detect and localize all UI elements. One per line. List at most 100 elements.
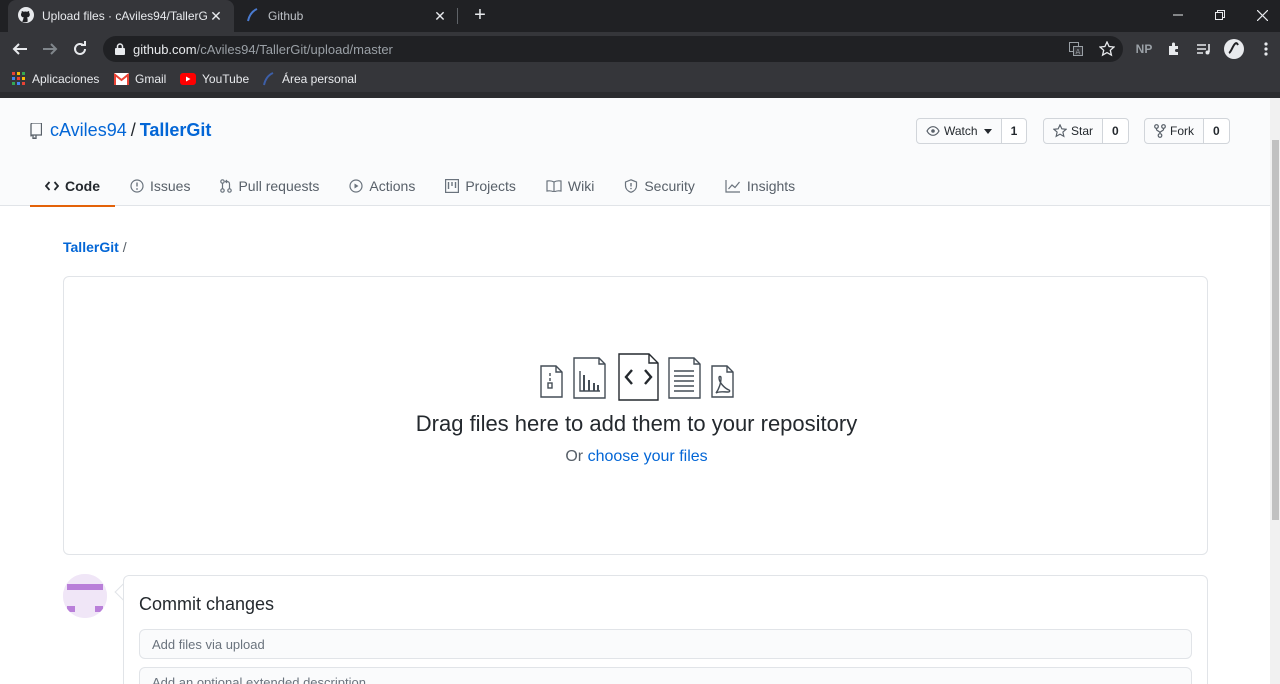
file-drop-zone[interactable]: Drag files here to add them to your repo… (63, 276, 1208, 555)
tab-wiki[interactable]: Wiki (531, 165, 609, 206)
browser-toolbar: github.com/cAviles94/TallerGit/upload/ma… (0, 32, 1280, 66)
back-arrow-icon (12, 43, 27, 55)
tab-github[interactable]: Github ✕ (234, 0, 460, 32)
code-file-icon (618, 353, 659, 401)
repo-title: cAviles94 / TallerGit (30, 120, 211, 141)
github-upload-page: cAviles94 / TallerGit Watch 1 Star 0 For… (0, 98, 1270, 684)
profile-avatar-icon[interactable] (1222, 37, 1246, 61)
pull-request-icon (220, 178, 233, 193)
avatar[interactable] (63, 574, 107, 618)
bookmarks-bar: Aplicaciones Gmail YouTube Área personal (0, 66, 1280, 92)
url-path: /cAviles94/TallerGit/upload/master (196, 41, 393, 57)
text-file-icon (668, 357, 701, 399)
extension-np[interactable]: NP (1132, 37, 1156, 61)
identicon-icon (63, 574, 107, 618)
tab-insights[interactable]: Insights (710, 165, 810, 206)
bookmark-gmail[interactable]: Gmail (114, 70, 166, 88)
repo-owner-link[interactable]: cAviles94 (50, 120, 127, 141)
tab-label: Wiki (567, 177, 595, 194)
github-favicon-icon (18, 6, 34, 26)
url-host: github.com (133, 41, 197, 57)
tab-close-icon[interactable]: ✕ (432, 8, 448, 25)
moodle-icon (262, 72, 276, 86)
youtube-icon (180, 73, 196, 85)
close-window-button[interactable] (1242, 0, 1280, 30)
bookmark-youtube[interactable]: YouTube (180, 70, 249, 88)
scrollbar-thumb[interactable] (1272, 140, 1279, 520)
bookmark-star-icon[interactable] (1095, 37, 1119, 61)
star-icon (1053, 124, 1067, 138)
commit-description-input[interactable]: Add an optional extended description… (139, 667, 1192, 684)
commit-form: Commit changes Add files via upload Add … (123, 575, 1208, 684)
back-button[interactable] (8, 37, 32, 61)
bookmark-label: Aplicaciones (32, 72, 100, 86)
tab-label: Security (644, 177, 695, 194)
lock-icon (115, 43, 125, 55)
book-icon (546, 179, 562, 192)
code-icon (45, 180, 59, 191)
svg-text:A: A (1076, 48, 1081, 56)
tab-close-icon[interactable]: ✕ (208, 8, 224, 25)
commit-summary-input[interactable]: Add files via upload (139, 629, 1192, 659)
bookmark-area-personal[interactable]: Área personal (262, 70, 357, 88)
repo-nav: Code Issues Pull requests Actions Projec… (30, 165, 810, 207)
star-label: Star (1071, 124, 1094, 138)
moodle-favicon-icon (246, 7, 260, 25)
star-group: Star 0 (1043, 118, 1129, 144)
eye-icon (926, 126, 940, 136)
tab-label: Actions (369, 177, 416, 194)
tab-actions[interactable]: Actions (334, 165, 430, 206)
chrome-menu-icon[interactable] (1254, 37, 1278, 61)
tab-code[interactable]: Code (30, 165, 115, 207)
bookmark-apps[interactable]: Aplicaciones (12, 70, 99, 88)
tab-upload-files[interactable]: Upload files · cAviles94/TallerGit ✕ (8, 0, 234, 32)
tab-projects[interactable]: Projects (430, 165, 531, 206)
issue-icon (130, 178, 144, 193)
pdf-file-icon (711, 365, 734, 398)
project-icon (445, 178, 460, 193)
bookmark-label: YouTube (202, 72, 250, 86)
fork-button[interactable]: Fork (1144, 118, 1204, 144)
bookmark-label: Gmail (135, 72, 167, 86)
repo-name-link[interactable]: TallerGit (140, 120, 212, 141)
forward-arrow-icon (43, 43, 58, 55)
tab-security[interactable]: Security (609, 165, 710, 206)
extensions-puzzle-icon[interactable] (1162, 37, 1186, 61)
star-count[interactable]: 0 (1103, 118, 1129, 144)
gmail-icon (114, 73, 129, 85)
reload-button[interactable] (68, 37, 92, 61)
fork-count[interactable]: 0 (1204, 118, 1230, 144)
breadcrumb-separator: / (122, 239, 127, 255)
apps-grid-icon (12, 72, 26, 86)
fork-group: Fork 0 (1144, 118, 1230, 144)
watch-group: Watch 1 (916, 118, 1028, 144)
drop-zone-subtitle: Or choose your files (64, 448, 1209, 466)
commit-title: Commit changes (139, 594, 275, 614)
breadcrumb-repo-link[interactable]: TallerGit (63, 239, 119, 255)
shield-icon (625, 178, 638, 193)
close-icon (1256, 9, 1268, 21)
watch-count[interactable]: 1 (1001, 118, 1028, 144)
choose-files-link[interactable]: choose your files (588, 448, 708, 465)
minimize-button[interactable] (1158, 0, 1198, 30)
tab-label: Issues (150, 177, 191, 194)
tab-pull-requests[interactable]: Pull requests (205, 165, 334, 206)
play-icon (349, 178, 364, 193)
tab-title: Upload files · cAviles94/TallerGit (42, 9, 208, 23)
media-queue-icon[interactable] (1192, 37, 1216, 61)
restore-button[interactable] (1200, 0, 1240, 30)
fork-icon (1154, 124, 1166, 138)
forward-button[interactable] (38, 37, 62, 61)
translate-icon[interactable]: A (1064, 37, 1088, 61)
watch-label: Watch (944, 124, 978, 138)
repo-icon (30, 122, 42, 139)
fork-label: Fork (1170, 124, 1194, 138)
watch-button[interactable]: Watch (916, 118, 1002, 144)
star-button[interactable]: Star (1043, 118, 1104, 144)
tab-label: Projects (465, 177, 516, 194)
tab-issues[interactable]: Issues (115, 165, 205, 206)
tab-separator (457, 8, 458, 24)
tab-label: Pull requests (238, 177, 320, 194)
address-bar[interactable]: github.com/cAviles94/TallerGit/upload/ma… (103, 36, 1123, 62)
new-tab-button[interactable]: + (468, 4, 492, 28)
